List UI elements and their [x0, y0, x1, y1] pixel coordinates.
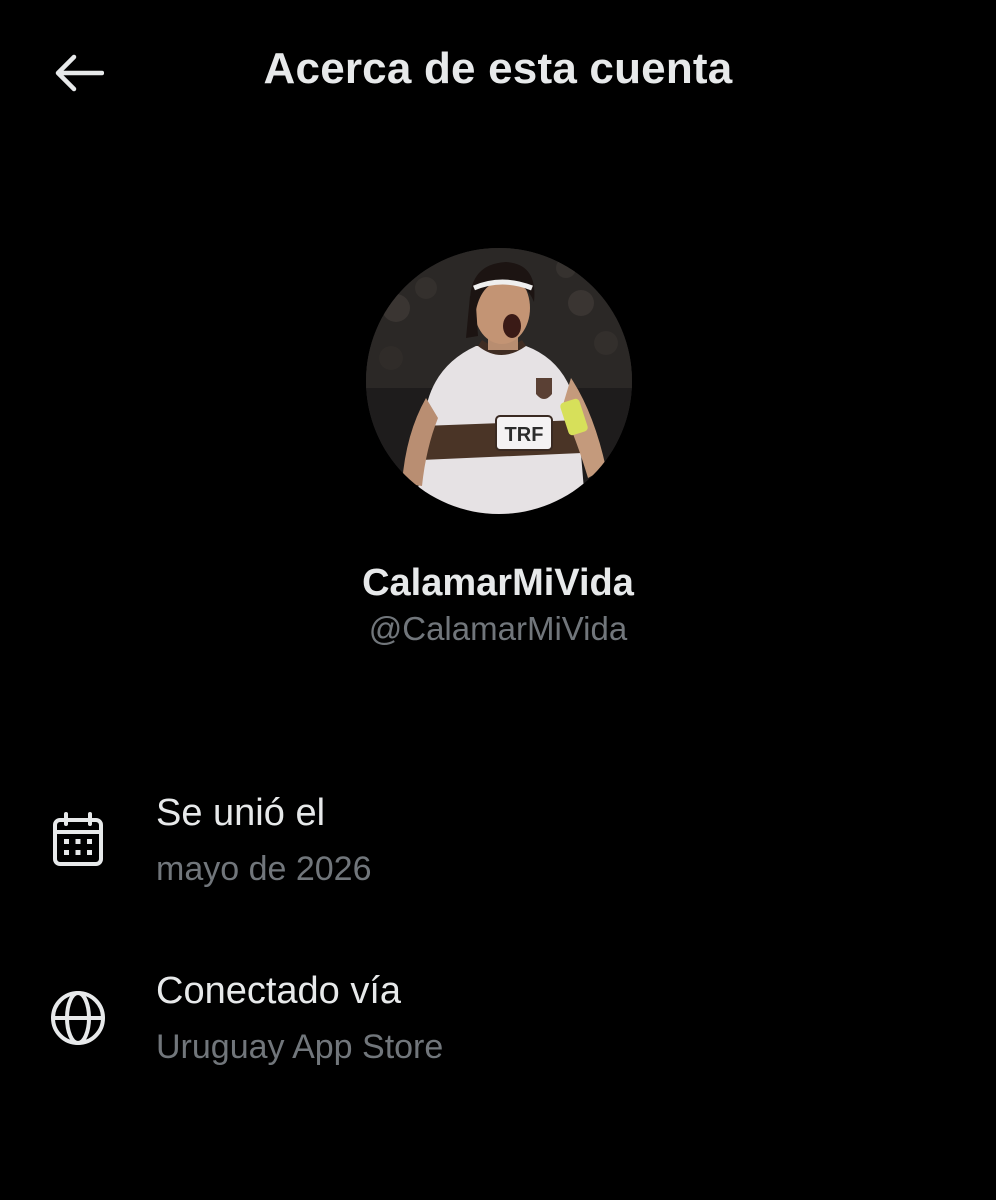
joined-date-row: Se unió el mayo de 2026	[0, 780, 996, 890]
globe-icon	[46, 986, 110, 1050]
calendar-icon	[46, 808, 110, 872]
display-name: CalamarMiVida	[362, 562, 634, 604]
username-handle: @CalamarMiVida	[368, 610, 628, 647]
joined-label: Se unió el	[156, 792, 326, 834]
joined-value: mayo de 2026	[156, 850, 372, 888]
connected-via-row: Conectado vía Uruguay App Store	[0, 958, 996, 1068]
jersey-sponsor-text: TRF	[505, 424, 544, 446]
connected-value: Uruguay App Store	[156, 1028, 444, 1066]
avatar-photo: TRF	[366, 248, 632, 514]
avatar[interactable]: TRF	[366, 248, 632, 514]
connected-label: Conectado vía	[156, 970, 402, 1012]
page-title: Acerca de esta cuenta	[263, 44, 733, 93]
top-bar: Acerca de esta cuenta	[0, 0, 996, 150]
